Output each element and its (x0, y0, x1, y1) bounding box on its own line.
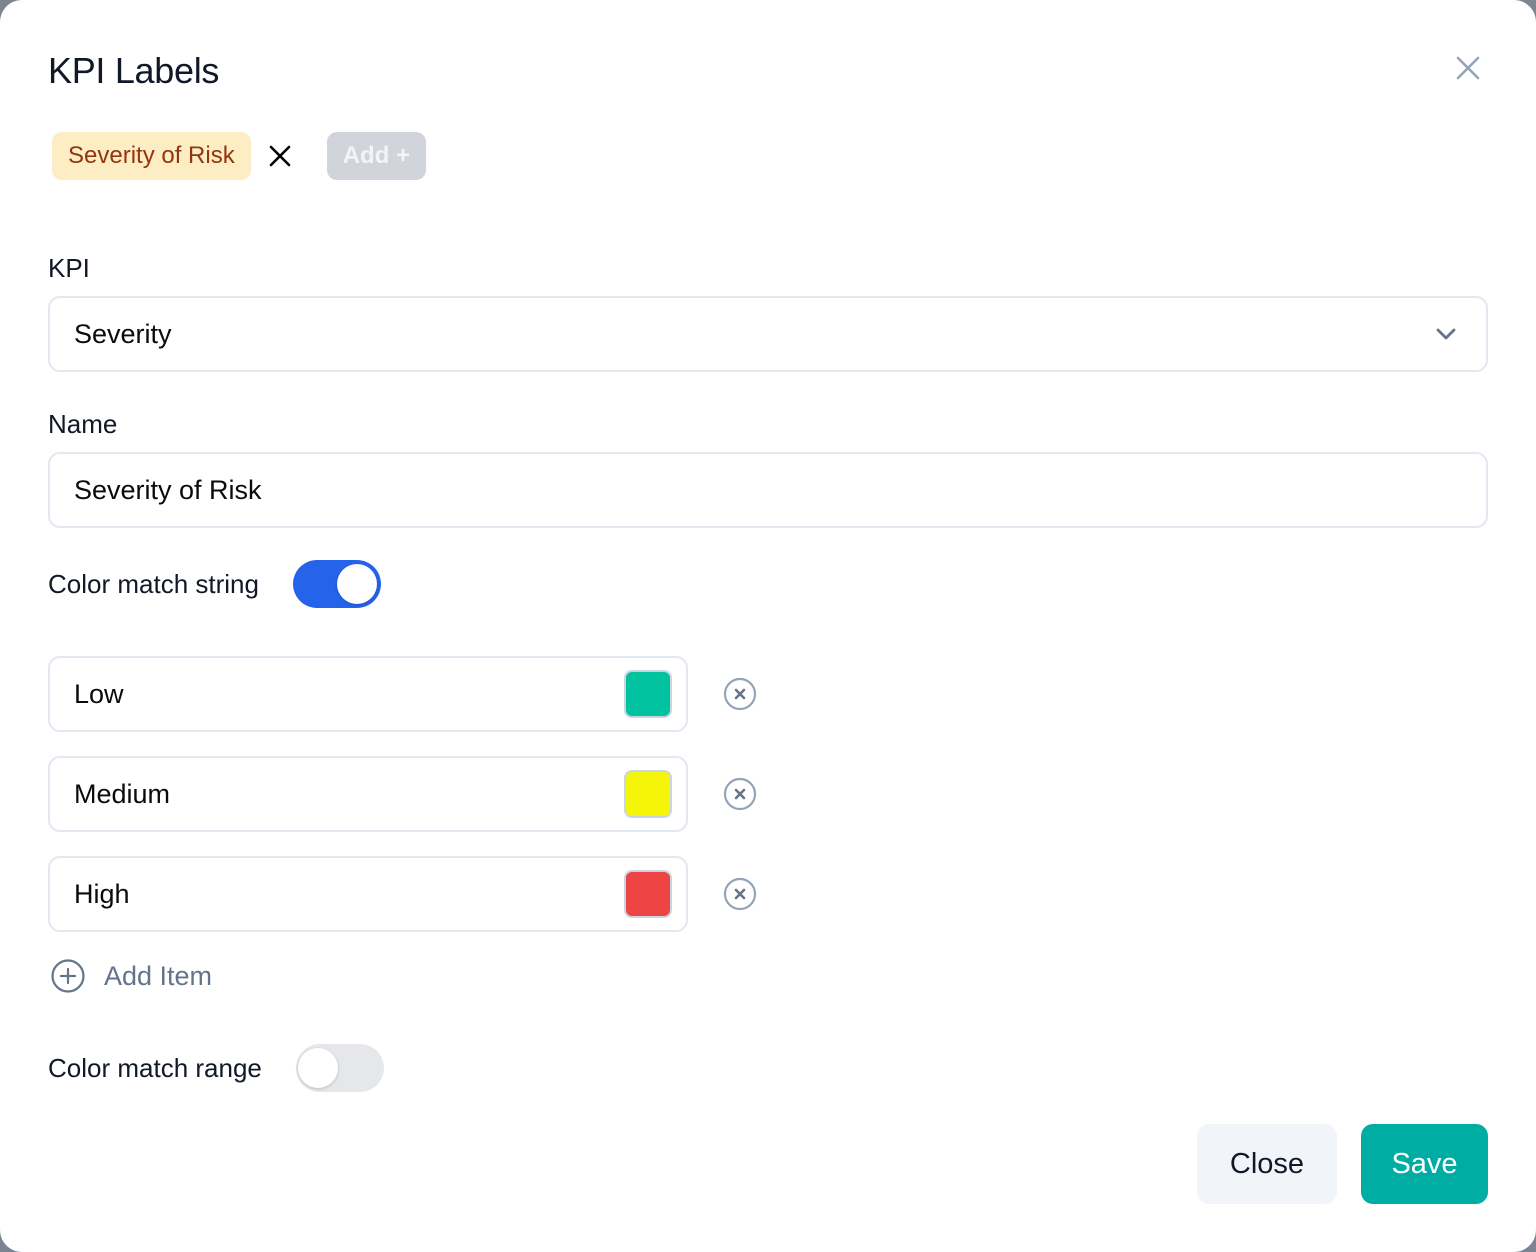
color-item-value: Low (74, 678, 124, 709)
plus-circle-icon (51, 959, 85, 993)
color-item-value: High (74, 878, 130, 909)
remove-circle-icon[interactable] (722, 676, 758, 712)
save-button[interactable]: Save (1361, 1124, 1488, 1204)
color-item-value: Medium (74, 778, 171, 809)
remove-circle-icon[interactable] (722, 876, 758, 912)
dialog-title: KPI Labels (48, 50, 220, 91)
name-input[interactable]: Severity of Risk (48, 452, 1488, 528)
kpi-labels-dialog: KPI Labels Severity of Risk Add + KPI Se… (0, 0, 1536, 1252)
x-icon[interactable] (267, 143, 293, 169)
tag-severity-of-risk[interactable]: Severity of Risk (52, 132, 251, 180)
kpi-select[interactable]: Severity (48, 296, 1488, 372)
color-match-range-label: Color match range (48, 1052, 262, 1083)
name-input-value: Severity of Risk (74, 474, 262, 505)
name-label: Name (48, 409, 118, 439)
color-match-string-label: Color match string (48, 568, 259, 599)
kpi-selected-value: Severity (74, 318, 172, 349)
color-match-string-toggle[interactable] (292, 560, 381, 608)
color-item-input[interactable]: Low (48, 656, 688, 732)
toggle-knob (297, 1048, 338, 1088)
remove-circle-icon[interactable] (722, 776, 758, 812)
close-icon[interactable] (1450, 50, 1486, 86)
add-tag-button[interactable]: Add + (326, 132, 427, 180)
color-item-input[interactable]: Medium (48, 756, 688, 832)
color-match-string-row: Color match string (48, 560, 381, 608)
chevron-down-icon (1436, 328, 1456, 340)
kpi-label: KPI (48, 253, 90, 283)
add-item-label: Add Item (104, 960, 213, 991)
color-item-input[interactable]: High (48, 856, 688, 932)
tags-row: Severity of Risk Add + (52, 132, 427, 180)
color-swatch[interactable] (624, 770, 672, 818)
color-swatch[interactable] (624, 670, 672, 718)
color-item-row: High (48, 856, 758, 932)
toggle-knob (336, 564, 377, 604)
color-item-row: Medium (48, 756, 758, 832)
color-swatch[interactable] (624, 870, 672, 918)
color-match-range-row: Color match range (48, 1044, 384, 1092)
color-match-range-toggle[interactable] (295, 1044, 384, 1092)
add-item-button[interactable]: Add Item (50, 958, 212, 994)
color-item-row: Low (48, 656, 758, 732)
close-button[interactable]: Close (1197, 1124, 1337, 1204)
